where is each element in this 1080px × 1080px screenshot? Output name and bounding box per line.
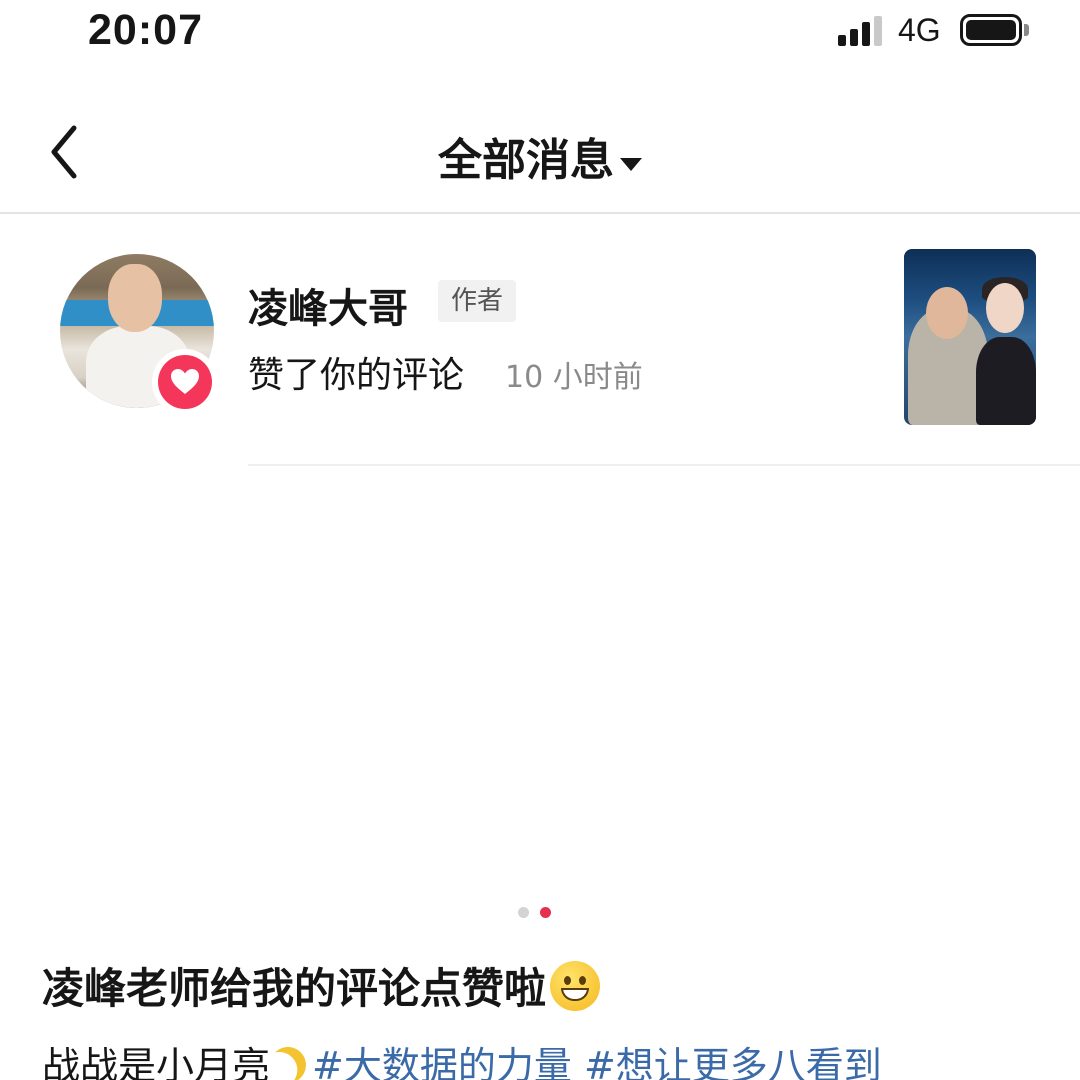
caret-down-icon <box>620 158 642 171</box>
item-divider <box>248 464 1080 466</box>
hashtag-link[interactable]: #想让更多八看到 <box>584 1044 882 1080</box>
username[interactable]: 凌峰大哥 <box>248 276 408 334</box>
post-title: 凌峰老师给我的评论点赞啦 <box>42 955 601 1016</box>
video-thumbnail[interactable] <box>904 249 1036 425</box>
battery-cap <box>1024 24 1029 36</box>
message-filter-dropdown[interactable]: 全部消息 <box>0 124 1080 188</box>
page-title: 全部消息 <box>438 135 614 186</box>
hashtag-link[interactable]: #大数据的力量 <box>312 1044 572 1080</box>
notification-action: 赞了你的评论 <box>248 355 465 396</box>
like-badge <box>152 349 218 415</box>
grinning-face-emoji <box>550 961 601 1011</box>
post-body: 战战是小月亮 #大数据的力量 #想让更多八看到 <box>42 1035 882 1080</box>
carousel-dot-active[interactable] <box>540 907 551 918</box>
signal-strength-icon <box>838 16 884 46</box>
post-author[interactable]: 战战是小月亮 <box>42 1044 270 1080</box>
status-time: 20:07 <box>88 6 203 54</box>
battery-icon <box>960 14 1022 46</box>
notification-time: 10 小时前 <box>505 360 643 395</box>
heart-icon <box>171 369 199 394</box>
author-badge: 作者 <box>438 280 516 322</box>
post-title-text: 凌峰老师给我的评论点赞啦 <box>42 964 547 1013</box>
network-type: 4G <box>898 12 941 48</box>
carousel-dot[interactable] <box>518 907 529 918</box>
